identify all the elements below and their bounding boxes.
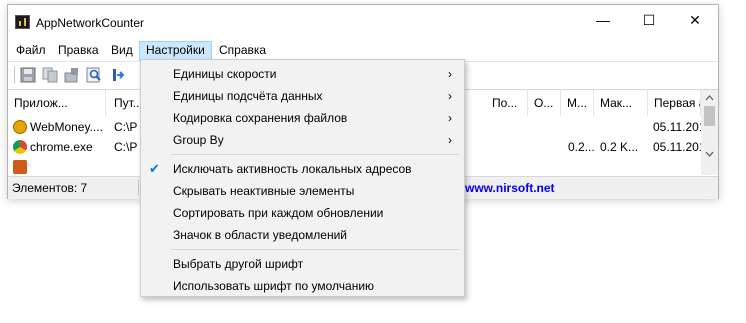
webmoney-icon xyxy=(13,120,27,134)
maximize-button[interactable]: ☐ xyxy=(626,5,672,37)
menu-item-label: Исключать активность локальных адресов xyxy=(173,162,412,176)
menu-item-label: Group By xyxy=(173,133,224,147)
menu-item-file-encoding[interactable]: Кодировка сохранения файлов › xyxy=(143,107,462,129)
vertical-scrollbar[interactable] xyxy=(701,90,718,175)
menu-item-label: Скрывать неактивные элементы xyxy=(173,184,355,198)
menu-item-label: Выбрать другой шрифт xyxy=(173,257,304,271)
menu-view[interactable]: Вид xyxy=(105,41,139,61)
menu-item-exclude-local[interactable]: ✔ Исключать активность локальных адресов xyxy=(143,158,462,180)
scrollbar-arrows-icon xyxy=(704,95,715,157)
menu-file[interactable]: Файл xyxy=(10,41,52,61)
menu-item-label: Единицы скорости xyxy=(173,67,277,81)
checkmark-icon: ✔ xyxy=(149,161,160,176)
menu-separator xyxy=(171,154,459,155)
status-divider xyxy=(138,180,139,196)
row-first-activity: 05.11.201 xyxy=(653,120,701,134)
menu-item-data-units[interactable]: Единицы подсчёта данных › xyxy=(143,85,462,107)
app-icon xyxy=(15,15,30,29)
menu-settings[interactable]: Настройки xyxy=(139,41,212,61)
menu-help[interactable]: Справка xyxy=(213,41,272,61)
menu-bar: Файл Правка Вид Настройки Справка xyxy=(8,41,718,61)
column-header-first[interactable]: Первая а xyxy=(648,90,701,116)
menu-item-label: Единицы подсчёта данных xyxy=(173,89,323,103)
chrome-icon xyxy=(13,140,27,154)
menu-item-group-by[interactable]: Group By › xyxy=(143,129,462,151)
submenu-arrow-icon: › xyxy=(448,89,452,103)
find-icon[interactable] xyxy=(86,67,102,83)
minimize-button[interactable]: — xyxy=(580,5,626,37)
copy-icon[interactable] xyxy=(42,67,58,83)
item-count: Элементов: 7 xyxy=(12,181,88,195)
column-header-col4[interactable]: О... xyxy=(528,90,561,116)
column-header-col5[interactable]: М... xyxy=(561,90,594,116)
menu-item-choose-font[interactable]: Выбрать другой шрифт xyxy=(143,253,462,275)
menu-item-label: Сортировать при каждом обновлении xyxy=(173,206,384,220)
row-value-max: 0.2 K... xyxy=(600,140,639,154)
submenu-arrow-icon: › xyxy=(448,67,452,81)
toolbar-grip xyxy=(14,66,18,84)
submenu-arrow-icon: › xyxy=(448,111,452,125)
close-button[interactable]: ✕ xyxy=(672,5,718,37)
menu-item-tray-icon[interactable]: Значок в области уведомлений xyxy=(143,224,462,246)
menu-item-speed-units[interactable]: Единицы скорости › xyxy=(143,63,462,85)
menu-item-hide-inactive[interactable]: Скрывать неактивные элементы xyxy=(143,180,462,202)
menu-item-label: Значок в области уведомлений xyxy=(173,228,348,242)
menu-item-label: Кодировка сохранения файлов xyxy=(173,111,348,125)
title-bar[interactable]: AppNetworkCounter — ☐ ✕ xyxy=(8,5,718,41)
settings-menu: Единицы скорости › Единицы подсчёта данн… xyxy=(140,59,465,297)
menu-edit[interactable]: Правка xyxy=(52,41,105,61)
properties-icon[interactable] xyxy=(64,67,80,83)
column-header-col6[interactable]: Мак... xyxy=(594,90,648,116)
row-first-activity: 05.11.201 xyxy=(653,140,701,154)
menu-item-sort-on-update[interactable]: Сортировать при каждом обновлении xyxy=(143,202,462,224)
column-header-app[interactable]: Прилож... xyxy=(8,90,106,116)
window-title: AppNetworkCounter xyxy=(36,16,145,30)
column-header-path[interactable]: Пут... xyxy=(108,90,142,116)
exit-icon[interactable] xyxy=(110,67,126,83)
row-app-name: WebMoney.... xyxy=(30,120,103,134)
row-value-m: 0.2... xyxy=(568,140,594,154)
submenu-arrow-icon: › xyxy=(448,133,452,147)
menu-item-default-font[interactable]: Использовать шрифт по умолчанию xyxy=(143,275,462,297)
row-app-name: chrome.exe xyxy=(30,140,93,154)
column-header-col3[interactable]: По... xyxy=(486,90,528,116)
nirsoft-link[interactable]: www.nirsoft.net xyxy=(465,181,555,195)
save-icon[interactable] xyxy=(20,67,36,83)
app-icon-partial xyxy=(13,160,27,174)
menu-separator xyxy=(171,249,459,250)
menu-item-label: Использовать шрифт по умолчанию xyxy=(173,279,375,293)
